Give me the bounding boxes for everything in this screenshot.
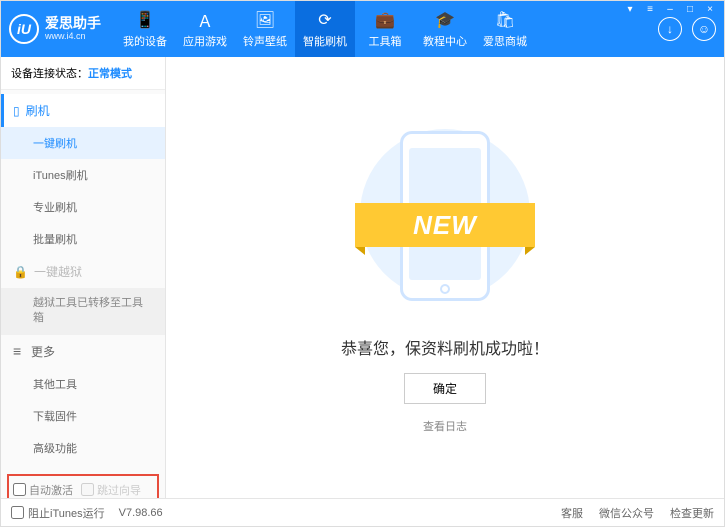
nav-tab-5[interactable]: 🎓教程中心 — [415, 1, 475, 57]
menu-icon[interactable]: ▾ — [621, 2, 639, 16]
lock-icon: 🔒 — [13, 265, 28, 279]
download-button[interactable]: ↓ — [658, 17, 682, 41]
nav-tab-1[interactable]: Ａ应用游戏 — [175, 1, 235, 57]
nav-icon: ⟳ — [318, 10, 331, 30]
device-icon: ▯ — [13, 104, 20, 118]
app-url: www.i4.cn — [45, 32, 101, 42]
options-highlight-box: 自动激活 跳过向导 — [7, 474, 159, 498]
view-log-link[interactable]: 查看日志 — [423, 418, 467, 434]
sidebar-item[interactable]: iTunes刷机 — [1, 159, 165, 191]
nav-icon: 🛍 — [495, 10, 515, 30]
nav-icon: Ａ — [197, 10, 213, 30]
sidebar-group-flash[interactable]: ▯ 刷机 — [1, 94, 165, 127]
settings-icon[interactable]: ≡ — [641, 2, 659, 16]
nav-tab-6[interactable]: 🛍爱思商城 — [475, 1, 535, 57]
nav-icon: 🎓 — [435, 10, 455, 30]
nav-tab-3[interactable]: ⟳智能刷机 — [295, 1, 355, 57]
phone-illustration: NEW — [365, 121, 525, 321]
minimize-icon[interactable]: – — [661, 2, 679, 16]
sidebar-group-more[interactable]: 更多 — [1, 335, 165, 368]
nav-icon: 💼 — [375, 10, 395, 30]
sidebar-item[interactable]: 批量刷机 — [1, 223, 165, 255]
app-logo: iU 爱思助手 www.i4.cn — [9, 14, 101, 44]
footer-link[interactable]: 检查更新 — [670, 505, 714, 521]
nav-icon: 🖼 — [255, 10, 275, 30]
sidebar-item[interactable]: 高级功能 — [1, 432, 165, 464]
footer-link[interactable]: 客服 — [561, 505, 583, 521]
app-name: 爱思助手 — [45, 16, 101, 31]
sidebar-item[interactable]: 一键刷机 — [1, 127, 165, 159]
sidebar-item[interactable]: 其他工具 — [1, 368, 165, 400]
sidebar-group-jailbreak[interactable]: 🔒 一键越狱 — [1, 255, 165, 288]
sidebar-item[interactable]: 专业刷机 — [1, 191, 165, 223]
nav-tab-4[interactable]: 💼工具箱 — [355, 1, 415, 57]
logo-icon: iU — [9, 14, 39, 44]
nav-icon: 📱 — [135, 10, 155, 30]
nav-tab-2[interactable]: 🖼铃声壁纸 — [235, 1, 295, 57]
maximize-icon[interactable]: □ — [681, 2, 699, 16]
skip-guide-checkbox[interactable]: 跳过向导 — [81, 482, 141, 498]
success-message: 恭喜您，保资料刷机成功啦！ — [341, 335, 549, 359]
user-button[interactable]: ☺ — [692, 17, 716, 41]
auto-activate-checkbox[interactable]: 自动激活 — [13, 482, 73, 498]
sidebar-item[interactable]: 下载固件 — [1, 400, 165, 432]
jailbreak-notice: 越狱工具已转移至工具箱 — [1, 288, 165, 335]
version-label: V7.98.66 — [119, 507, 163, 519]
footer-link[interactable]: 微信公众号 — [599, 505, 654, 521]
device-status: 设备连接状态：正常模式 — [1, 57, 165, 90]
confirm-button[interactable]: 确定 — [404, 373, 486, 404]
nav-tab-0[interactable]: 📱我的设备 — [115, 1, 175, 57]
new-badge: NEW — [355, 203, 535, 247]
more-icon — [13, 343, 25, 359]
close-icon[interactable]: × — [701, 2, 719, 16]
block-itunes-checkbox[interactable]: 阻止iTunes运行 — [11, 505, 105, 521]
